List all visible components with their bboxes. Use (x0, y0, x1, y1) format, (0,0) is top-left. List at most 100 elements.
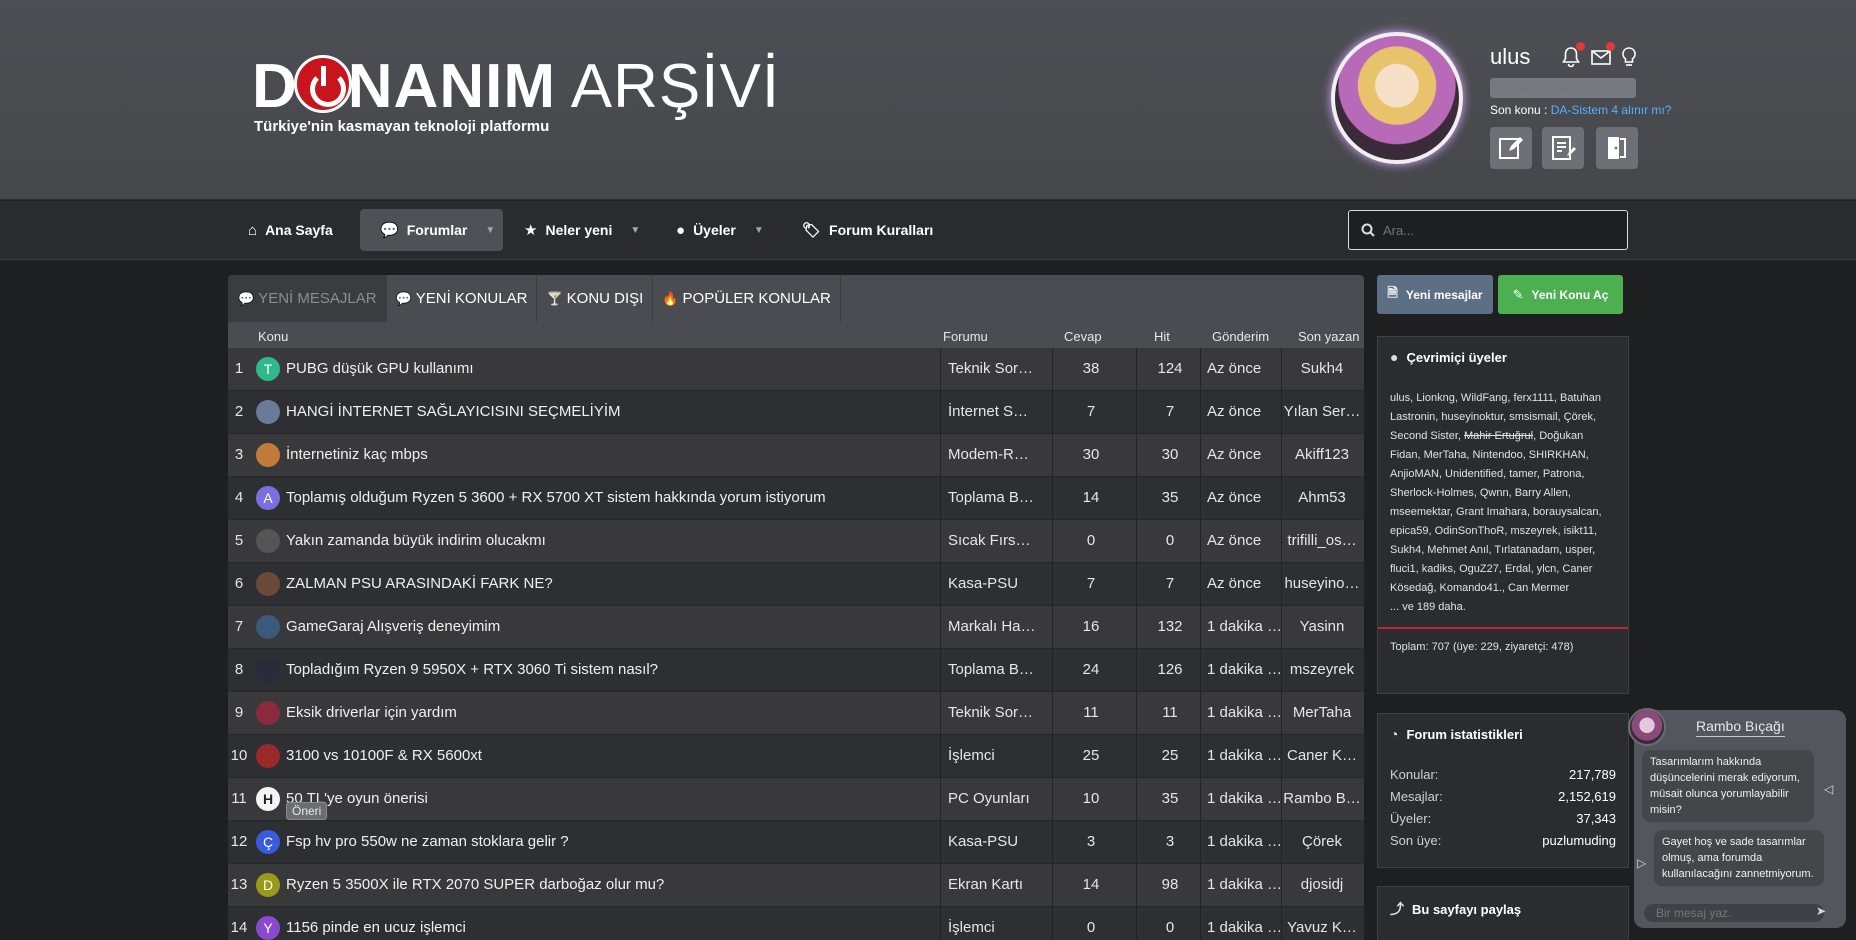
table-row[interactable]: 14 Y 1156 pinde en ucuz işlemci İşlemci 0 0 1 … (228, 907, 1364, 940)
col-header-hits[interactable]: Hit (1154, 329, 1170, 344)
bell-icon[interactable] (1560, 42, 1585, 68)
table-row[interactable]: 1 T PUBG düşük GPU kullanımı Teknik Soru… 38… (228, 348, 1364, 391)
poster-avatar[interactable] (256, 400, 280, 424)
chevron-right-icon[interactable]: ▷ (1637, 856, 1646, 870)
topic-title[interactable]: 1156 pinde en ucuz işlemci (286, 919, 466, 936)
last-poster[interactable]: Rambo B… (1282, 790, 1362, 807)
topic-title[interactable]: PUBG düşük GPU kullanımı (286, 360, 474, 377)
table-row[interactable]: 10 3100 vs 10100F & RX 5600xt İşlemci 25 25 1… (228, 735, 1364, 778)
topic-forum[interactable]: Toplama Bil… (948, 489, 1036, 506)
topic-forum[interactable]: Toplama Bil… (948, 661, 1036, 678)
poster-avatar[interactable] (256, 744, 280, 768)
last-poster[interactable]: Yavuz K… (1282, 919, 1362, 936)
chat-avatar[interactable] (1628, 708, 1666, 746)
tab-new-topics[interactable]: 💬 YENİ KONULAR (387, 275, 538, 322)
last-poster[interactable]: mszeyrek (1282, 661, 1362, 678)
topic-title-text[interactable]: HANGİ İNTERNET SAĞLAYICISINI SEÇMELİYİM (286, 403, 621, 420)
last-poster[interactable]: huseyino… (1282, 575, 1362, 592)
topic-title[interactable]: ZALMAN PSU ARASINDAKİ FARK NE? (286, 575, 553, 592)
topic-title[interactable]: HANGİ İNTERNET SAĞLAYICISINI SEÇMELİYİM (286, 403, 621, 420)
topic-title-text[interactable]: Topladığım Ryzen 9 5950X + RTX 3060 Ti s… (286, 661, 658, 678)
table-row[interactable]: 9 Eksik driverlar için yardım Teknik Soru…… (228, 692, 1364, 735)
topic-forum[interactable]: Teknik Soru… (948, 360, 1036, 377)
last-poster[interactable]: MerTaha (1282, 704, 1362, 721)
topic-title[interactable]: Öneri 50 TL'ye oyun önerisi (286, 790, 428, 820)
table-row[interactable]: 3 İnternetiniz kaç mbps Modem-Ro… 30 30 Az ön… (228, 434, 1364, 477)
table-row[interactable]: 5 Yakın zamanda büyük indirim olucakmı Sıc… (228, 520, 1364, 563)
col-header-forum[interactable]: Forumu (943, 329, 988, 344)
last-poster[interactable]: djosidj (1282, 876, 1362, 893)
tab-new-messages[interactable]: 💬 YENİ MESAJLAR (228, 275, 387, 322)
topic-title-text[interactable]: İnternetiniz kaç mbps (286, 446, 428, 463)
topic-forum[interactable]: İnternet Sa… (948, 403, 1036, 420)
topic-forum[interactable]: İşlemci (948, 747, 1036, 764)
topic-title-text[interactable]: Toplamış olduğum Ryzen 5 3600 + RX 5700 … (286, 489, 826, 506)
chevron-left-icon[interactable]: ◁ (1824, 782, 1833, 796)
topic-title[interactable]: Topladığım Ryzen 9 5950X + RTX 3060 Ti s… (286, 661, 658, 678)
topic-title[interactable]: Toplamış olduğum Ryzen 5 3600 + RX 5700 … (286, 489, 826, 506)
topic-title-text[interactable]: Eksik driverlar için yardım (286, 704, 457, 721)
topic-title-text[interactable]: 3100 vs 10100F & RX 5600xt (286, 747, 482, 764)
poster-avatar[interactable]: Y (256, 916, 280, 940)
nav-item-forum-rules[interactable]: 🏷 Forum Kuralları (790, 209, 945, 251)
last-topic-link[interactable]: DA-Sistem 4 alınır mı? (1551, 103, 1672, 117)
topic-title-text[interactable]: Fsp hv pro 550w ne zaman stoklara gelir … (286, 833, 569, 850)
status-input[interactable] (1490, 78, 1636, 98)
topic-title[interactable]: Yakın zamanda büyük indirim olucakmı (286, 532, 546, 549)
poster-avatar[interactable]: Ç (256, 830, 280, 854)
col-header-posted[interactable]: Gönderim (1212, 329, 1269, 344)
table-row[interactable]: 4 A Toplamış olduğum Ryzen 5 3600 + RX 570… (228, 477, 1364, 520)
chevron-down-icon[interactable]: ▼ (630, 225, 640, 236)
table-row[interactable]: 7 GameGaraj Alışveriş deneyimim Markalı Ha… (228, 606, 1364, 649)
logout-button[interactable] (1596, 127, 1638, 169)
nav-item-whats-new[interactable]: ★ Neler yeni ▼ (512, 209, 652, 251)
topic-forum[interactable]: PC Oyunları (948, 790, 1036, 807)
nav-item-home[interactable]: ⌂ Ana Sayfa (236, 209, 345, 251)
site-logo[interactable]: D NANIM ARŞİVİ Türkiye'nin kasmayan tekno… (252, 52, 780, 135)
mail-icon[interactable] (1590, 42, 1615, 68)
search-input[interactable] (1383, 222, 1603, 238)
tab-popular-topics[interactable]: 🔥 POPÜLER KONULAR (653, 275, 841, 322)
poster-avatar[interactable] (256, 572, 280, 596)
topic-title-text[interactable]: GameGaraj Alışveriş deneyimim (286, 618, 500, 635)
new-messages-button[interactable]: 🗎 Yeni mesajlar (1377, 275, 1493, 314)
last-poster[interactable]: Caner K… (1282, 747, 1362, 764)
table-row[interactable]: 11 H Öneri 50 TL'ye oyun önerisi PC Oyunları… (228, 778, 1364, 821)
search-box[interactable] (1348, 210, 1628, 250)
col-header-topic[interactable]: Konu (258, 329, 288, 344)
topic-title[interactable]: Ryzen 5 3500X ile RTX 2070 SUPER darboğa… (286, 876, 664, 893)
chevron-down-icon[interactable]: ▼ (485, 225, 495, 236)
online-name-banned[interactable]: Mahir Ertuğrul (1464, 430, 1533, 442)
online-more[interactable]: ... ve 189 daha. (1390, 601, 1466, 613)
topic-forum[interactable]: Teknik Soru… (948, 704, 1036, 721)
last-poster[interactable]: Yılan Ser… (1282, 403, 1362, 420)
poster-avatar[interactable]: D (256, 873, 280, 897)
topic-title[interactable]: İnternetiniz kaç mbps (286, 446, 428, 463)
topic-title-text[interactable]: ZALMAN PSU ARASINDAKİ FARK NE? (286, 575, 553, 592)
poster-avatar[interactable]: A (256, 486, 280, 510)
poster-avatar[interactable]: H (256, 787, 280, 811)
table-row[interactable]: 13 D Ryzen 5 3500X ile RTX 2070 SUPER darb… (228, 864, 1364, 907)
col-header-last-poster[interactable]: Son yazan (1298, 329, 1359, 344)
topic-title-text[interactable]: Yakın zamanda büyük indirim olucakmı (286, 532, 546, 549)
table-row[interactable]: 8 Topladığım Ryzen 9 5950X + RTX 3060 Ti … (228, 649, 1364, 692)
topic-title[interactable]: 3100 vs 10100F & RX 5600xt (286, 747, 482, 764)
last-poster[interactable]: Sukh4 (1282, 360, 1362, 377)
nav-item-forums[interactable]: 💬 Forumlar ▼ (360, 209, 503, 251)
username[interactable]: ulus (1490, 44, 1530, 70)
col-header-replies[interactable]: Cevap (1064, 329, 1102, 344)
topic-forum[interactable]: Kasa-PSU (948, 575, 1036, 592)
lightbulb-icon[interactable] (1618, 46, 1640, 68)
new-topic-button[interactable]: ✎ Yeni Konu Aç (1498, 275, 1623, 314)
poster-avatar[interactable] (256, 443, 280, 467)
tab-off-topic[interactable]: 🍸 KONU DIŞI (537, 275, 654, 322)
last-poster[interactable]: trifilli_os… (1282, 532, 1362, 549)
table-row[interactable]: 6 ZALMAN PSU ARASINDAKİ FARK NE? Kasa-PSU 7… (228, 563, 1364, 606)
stat-value[interactable]: puzlumuding (1542, 833, 1616, 848)
last-poster[interactable]: Ahm53 (1282, 489, 1362, 506)
poster-avatar[interactable]: T (256, 357, 280, 381)
topic-title-text[interactable]: 1156 pinde en ucuz işlemci (286, 919, 466, 936)
poster-avatar[interactable] (256, 615, 280, 639)
topic-forum[interactable]: Markalı Haz… (948, 618, 1036, 635)
last-poster[interactable]: Yasinn (1282, 618, 1362, 635)
